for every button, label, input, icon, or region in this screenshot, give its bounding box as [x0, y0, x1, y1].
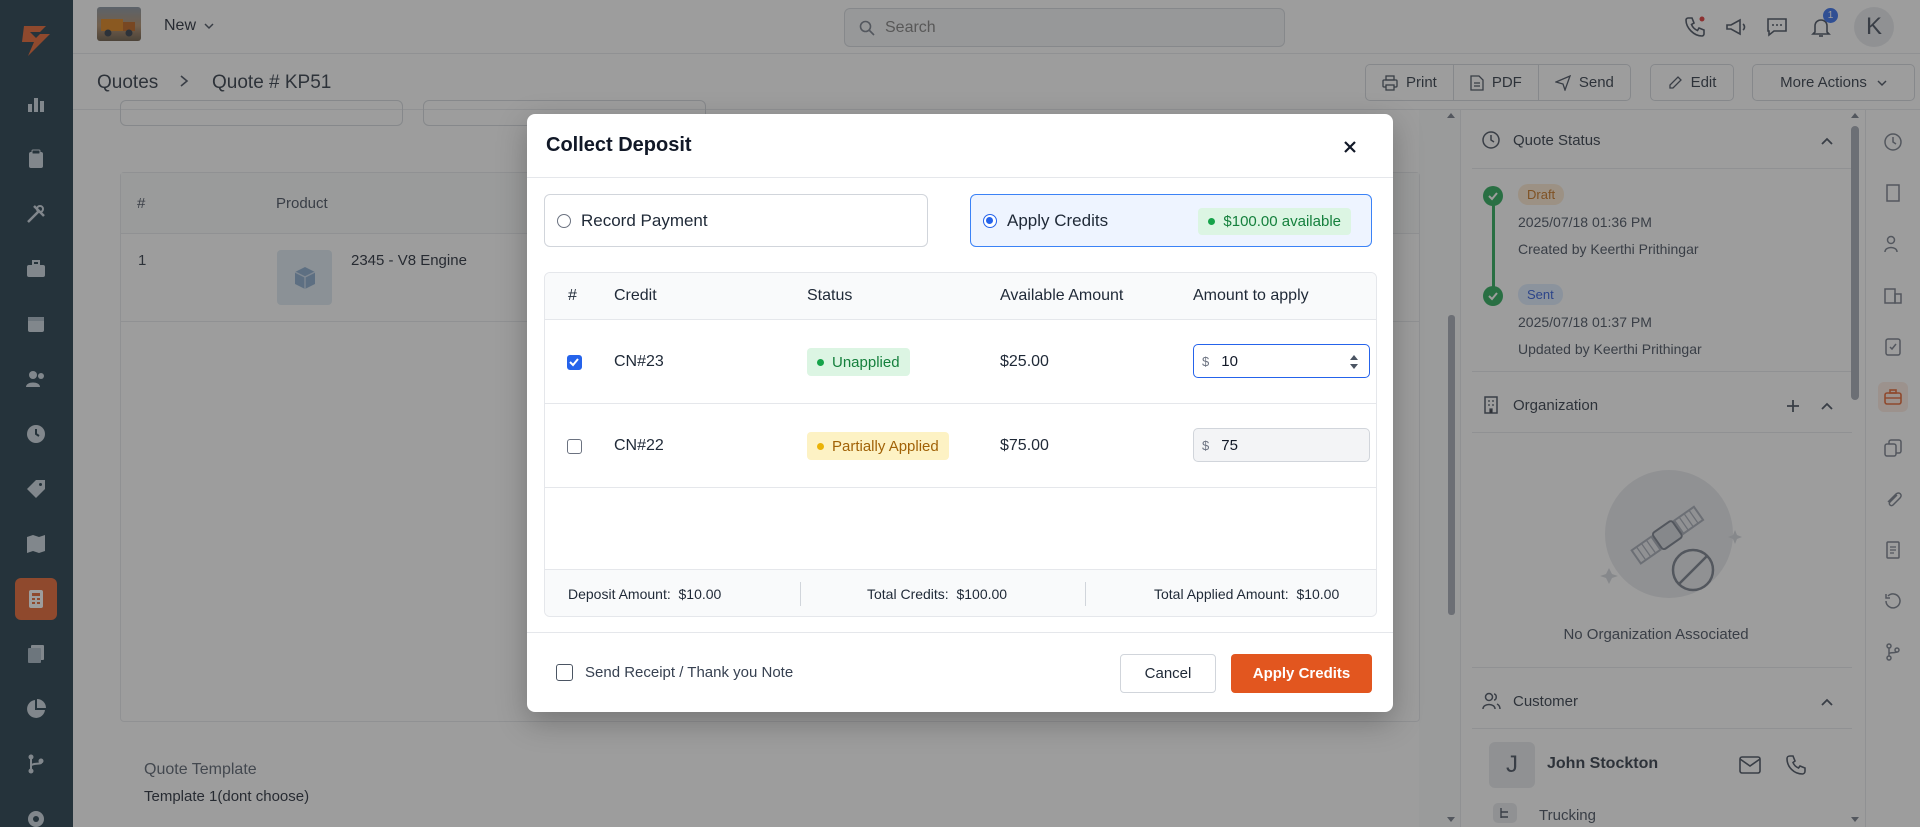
send-receipt-label: Send Receipt / Thank you Note	[585, 664, 794, 681]
credit-number: CN#22	[614, 437, 664, 454]
divider	[1085, 582, 1086, 606]
divider	[527, 632, 1393, 633]
apply-credits-label: Apply Credits	[1007, 210, 1109, 230]
total-credits-label: Total Credits:	[867, 586, 949, 602]
deposit-amount-value: $10.00	[678, 586, 722, 602]
amount-input	[1221, 436, 1332, 454]
currency-symbol: $	[1202, 437, 1210, 453]
send-receipt-option[interactable]: Send Receipt / Thank you Note	[556, 664, 793, 681]
column-header-amount-to-apply: Amount to apply	[1193, 287, 1309, 304]
status-dot	[817, 442, 824, 450]
available-amount: $75.00	[1000, 437, 1049, 454]
totals-footer: Deposit Amount: $10.00 Total Credits: $1…	[545, 569, 1376, 616]
status-text: Unapplied	[832, 353, 900, 371]
credits-table: # Credit Status Available Amount Amount …	[544, 272, 1377, 617]
total-applied-amount: Total Applied Amount: $10.00	[1154, 586, 1339, 602]
status-badge: Partially Applied	[807, 432, 949, 460]
number-stepper-icon[interactable]	[1349, 353, 1359, 371]
column-header-credit: Credit	[614, 287, 657, 304]
dialog-title: Collect Deposit	[546, 134, 692, 156]
send-receipt-checkbox[interactable]	[556, 664, 573, 681]
amount-to-apply-field: $	[1193, 428, 1370, 462]
table-header: # Credit Status Available Amount Amount …	[545, 273, 1376, 320]
apply-credits-radio[interactable]	[983, 213, 997, 228]
close-button[interactable]	[1335, 132, 1365, 162]
total-applied-value: $10.00	[1296, 586, 1340, 602]
currency-symbol: $	[1202, 353, 1210, 369]
record-payment-option[interactable]: Record Payment	[544, 194, 928, 247]
row-checkbox[interactable]	[567, 439, 582, 454]
collect-deposit-dialog: Collect Deposit Record Payment Apply Cre…	[527, 114, 1393, 712]
amount-input[interactable]	[1221, 352, 1332, 370]
close-icon	[1344, 141, 1356, 153]
total-applied-label: Total Applied Amount:	[1154, 586, 1289, 602]
column-header-number: #	[568, 287, 577, 304]
available-credits-badge: $100.00 available	[1198, 208, 1351, 235]
record-payment-radio[interactable]	[557, 213, 571, 228]
divider	[527, 177, 1393, 178]
apply-credits-option[interactable]: Apply Credits $100.00 available	[970, 194, 1372, 247]
cancel-button[interactable]: Cancel	[1120, 654, 1216, 693]
deposit-amount-total: Deposit Amount: $10.00	[568, 586, 721, 602]
apply-credits-button[interactable]: Apply Credits	[1231, 654, 1372, 693]
deposit-amount-label: Deposit Amount:	[568, 586, 671, 602]
row-checkbox[interactable]	[567, 355, 582, 370]
column-header-status: Status	[807, 287, 853, 304]
status-badge: Unapplied	[807, 348, 910, 376]
status-text: Partially Applied	[832, 437, 939, 455]
total-credits: Total Credits: $100.00	[867, 586, 1007, 602]
column-header-available: Available Amount	[1000, 287, 1124, 304]
available-amount: $100.00 available	[1223, 213, 1341, 230]
record-payment-label: Record Payment	[581, 210, 708, 230]
table-row: CN#23 Unapplied $25.00 $	[545, 320, 1376, 404]
status-dot	[1208, 218, 1216, 225]
credit-number: CN#23	[614, 353, 664, 370]
table-row: CN#22 Partially Applied $75.00 $	[545, 404, 1376, 488]
status-dot	[817, 358, 824, 366]
divider	[800, 582, 801, 606]
total-credits-value: $100.00	[956, 586, 1008, 602]
available-amount: $25.00	[1000, 353, 1049, 370]
amount-to-apply-field[interactable]: $	[1193, 344, 1370, 378]
